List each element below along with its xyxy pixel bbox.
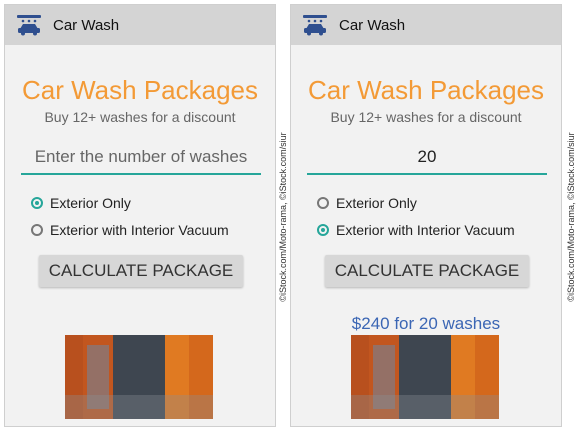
calculate-package-button[interactable]: CALCULATE PACKAGE <box>325 255 529 287</box>
car-wash-brushes-photo <box>351 335 499 419</box>
radio-checked-icon[interactable] <box>317 224 329 236</box>
page-heading: Car Wash Packages <box>21 75 259 105</box>
photo-credit: ©iStock.com/Moto-rama, ©iStock.com/siur <box>278 132 288 302</box>
page-heading: Car Wash Packages <box>307 75 545 105</box>
radio-unchecked-icon[interactable] <box>31 224 43 236</box>
radio-label: Exterior with Interior Vacuum <box>50 222 229 238</box>
page-subheading: Buy 12+ washes for a discount <box>44 109 236 125</box>
app-title: Car Wash <box>53 17 120 34</box>
app-title: Car Wash <box>339 17 406 34</box>
radio-exterior-only[interactable]: Exterior Only <box>31 193 131 213</box>
washes-input[interactable] <box>21 141 261 175</box>
photo-credit: ©iStock.com/Moto-rama, ©iStock.com/siur <box>566 132 576 302</box>
radio-unchecked-icon[interactable] <box>317 197 329 209</box>
app-bar: Car Wash <box>291 5 561 45</box>
radio-label: Exterior Only <box>50 195 131 211</box>
radio-exterior-interior-vacuum[interactable]: Exterior with Interior Vacuum <box>31 220 229 240</box>
page-subheading: Buy 12+ washes for a discount <box>330 109 522 125</box>
package-result: $240 for 20 washes <box>351 314 501 333</box>
app-bar: Car Wash <box>5 5 275 45</box>
phone-screen-left: Car Wash Car Wash Packages Buy 12+ washe… <box>4 4 276 427</box>
calculate-package-button[interactable]: CALCULATE PACKAGE <box>39 255 243 287</box>
car-wash-brushes-photo <box>65 335 213 419</box>
radio-exterior-only[interactable]: Exterior Only <box>317 193 417 213</box>
phone-screen-right: Car Wash Car Wash Packages Buy 12+ washe… <box>290 4 562 427</box>
radio-label: Exterior Only <box>336 195 417 211</box>
radio-label: Exterior with Interior Vacuum <box>336 222 515 238</box>
radio-checked-icon[interactable] <box>31 197 43 209</box>
car-wash-icon <box>17 15 41 36</box>
radio-exterior-interior-vacuum[interactable]: Exterior with Interior Vacuum <box>317 220 515 240</box>
car-wash-icon <box>303 15 327 36</box>
washes-input[interactable] <box>307 141 547 175</box>
